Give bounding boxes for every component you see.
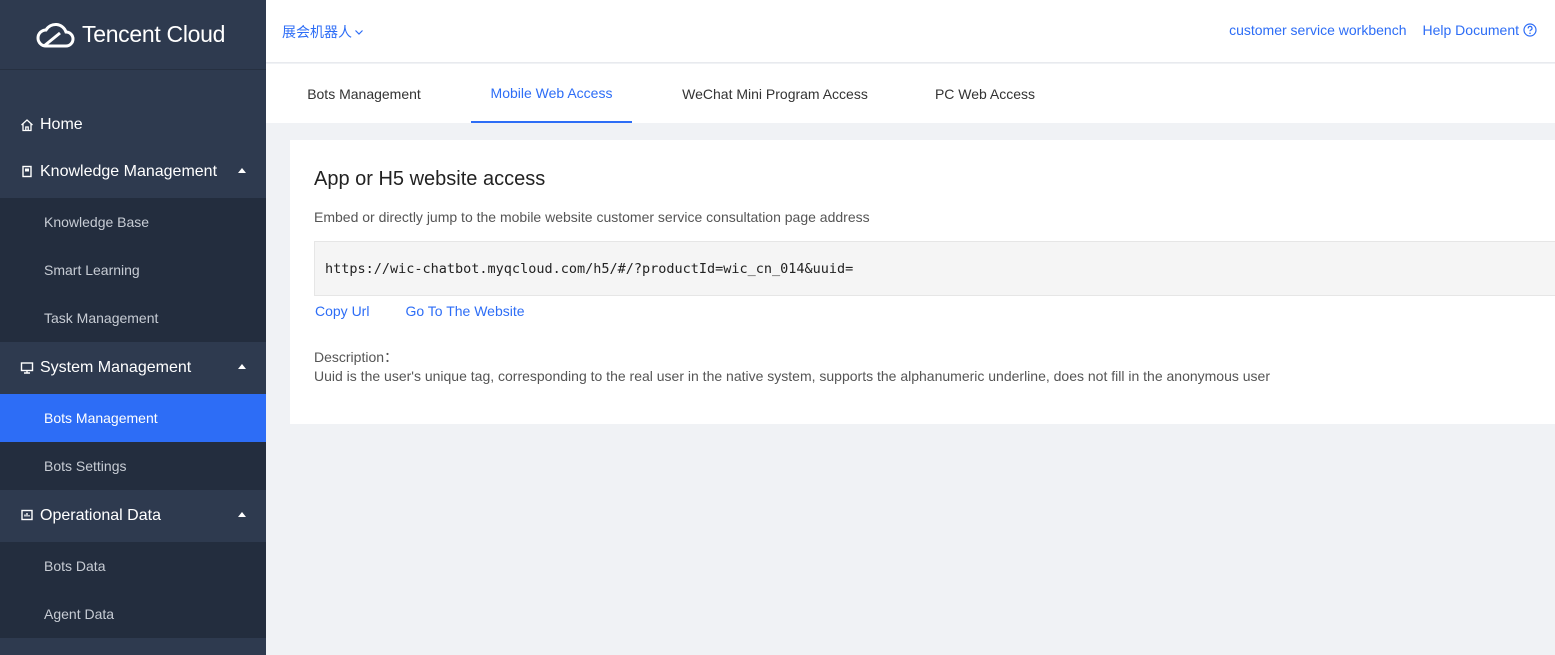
description-label: Description： xyxy=(314,349,399,365)
tab-mobile-web-access[interactable]: Mobile Web Access xyxy=(471,64,632,123)
sidebar-item-home[interactable]: Home xyxy=(0,104,266,146)
chevron-down-icon xyxy=(355,30,363,35)
sidebar-item-bots-settings[interactable]: Bots Settings xyxy=(0,442,266,490)
sidebar-item-task-management[interactable]: Task Management xyxy=(0,294,266,342)
brand-logo[interactable]: Tencent Cloud xyxy=(0,0,266,70)
brand-name: Tencent Cloud xyxy=(82,21,226,47)
tab-wechat-mini-program-access[interactable]: WeChat Mini Program Access xyxy=(664,64,886,123)
sidebar-item-bots-data[interactable]: Bots Data xyxy=(0,542,266,590)
tab-bar: Bots Management Mobile Web Access WeChat… xyxy=(266,64,1555,123)
access-url-field[interactable]: https://wic-chatbot.myqcloud.com/h5/#/?p… xyxy=(314,241,1555,296)
sidebar: Tencent Cloud Home Knowledge Management … xyxy=(0,0,266,655)
tab-pc-web-access[interactable]: PC Web Access xyxy=(918,64,1052,123)
card-actions: Copy Url Go To The Website xyxy=(315,303,525,319)
bot-selector-dropdown[interactable]: 展会机器人 xyxy=(282,22,364,42)
bot-selector-label: 展会机器人 xyxy=(282,24,352,40)
sidebar-group-knowledge-management[interactable]: Knowledge Management xyxy=(0,146,266,198)
sidebar-item-agent-data[interactable]: Agent Data xyxy=(0,590,266,638)
sidebar-item-smart-learning[interactable]: Smart Learning xyxy=(0,246,266,294)
sidebar-group-label: Operational Data xyxy=(40,507,161,524)
monitor-icon xyxy=(20,362,34,374)
tab-bots-management[interactable]: Bots Management xyxy=(290,64,438,123)
sidebar-nav: Home Knowledge Management Knowledge Base… xyxy=(0,104,266,638)
workbench-link[interactable]: customer service workbench xyxy=(1229,22,1406,38)
home-icon xyxy=(21,119,33,132)
help-circle-icon[interactable] xyxy=(1523,23,1537,37)
help-document-link[interactable]: Help Document xyxy=(1423,22,1520,38)
collapse-caret-icon[interactable] xyxy=(238,364,246,369)
sidebar-group-operational-data[interactable]: Operational Data xyxy=(0,490,266,542)
description-text: Uuid is the user's unique tag, correspon… xyxy=(314,368,1270,384)
collapse-caret-icon[interactable] xyxy=(238,512,246,517)
sidebar-submenu: Bots Management Bots Settings xyxy=(0,394,266,490)
sidebar-item-label: Home xyxy=(40,116,83,133)
collapse-caret-icon[interactable] xyxy=(238,168,246,173)
sidebar-submenu: Knowledge Base Smart Learning Task Manag… xyxy=(0,198,266,342)
top-right-links: customer service workbench Help Document xyxy=(1229,22,1537,38)
sidebar-submenu: Bots Data Agent Data xyxy=(0,542,266,638)
cloud-logo-icon xyxy=(36,22,75,47)
sidebar-group-label: Knowledge Management xyxy=(40,163,218,180)
book-icon xyxy=(22,165,32,178)
copy-url-link[interactable]: Copy Url xyxy=(315,303,369,319)
sidebar-group-system-management[interactable]: System Management xyxy=(0,342,266,394)
sidebar-group-label: System Management xyxy=(40,359,192,376)
sidebar-item-bots-management[interactable]: Bots Management xyxy=(0,394,266,442)
chart-icon xyxy=(21,509,33,521)
sidebar-item-knowledge-base[interactable]: Knowledge Base xyxy=(0,198,266,246)
top-bar: 展会机器人 customer service workbench Help Do… xyxy=(266,0,1555,63)
card-subtitle: Embed or directly jump to the mobile web… xyxy=(314,209,870,225)
card-title: App or H5 website access xyxy=(314,168,546,190)
access-card: App or H5 website access Embed or direct… xyxy=(290,140,1555,424)
go-to-website-link[interactable]: Go To The Website xyxy=(405,303,524,319)
